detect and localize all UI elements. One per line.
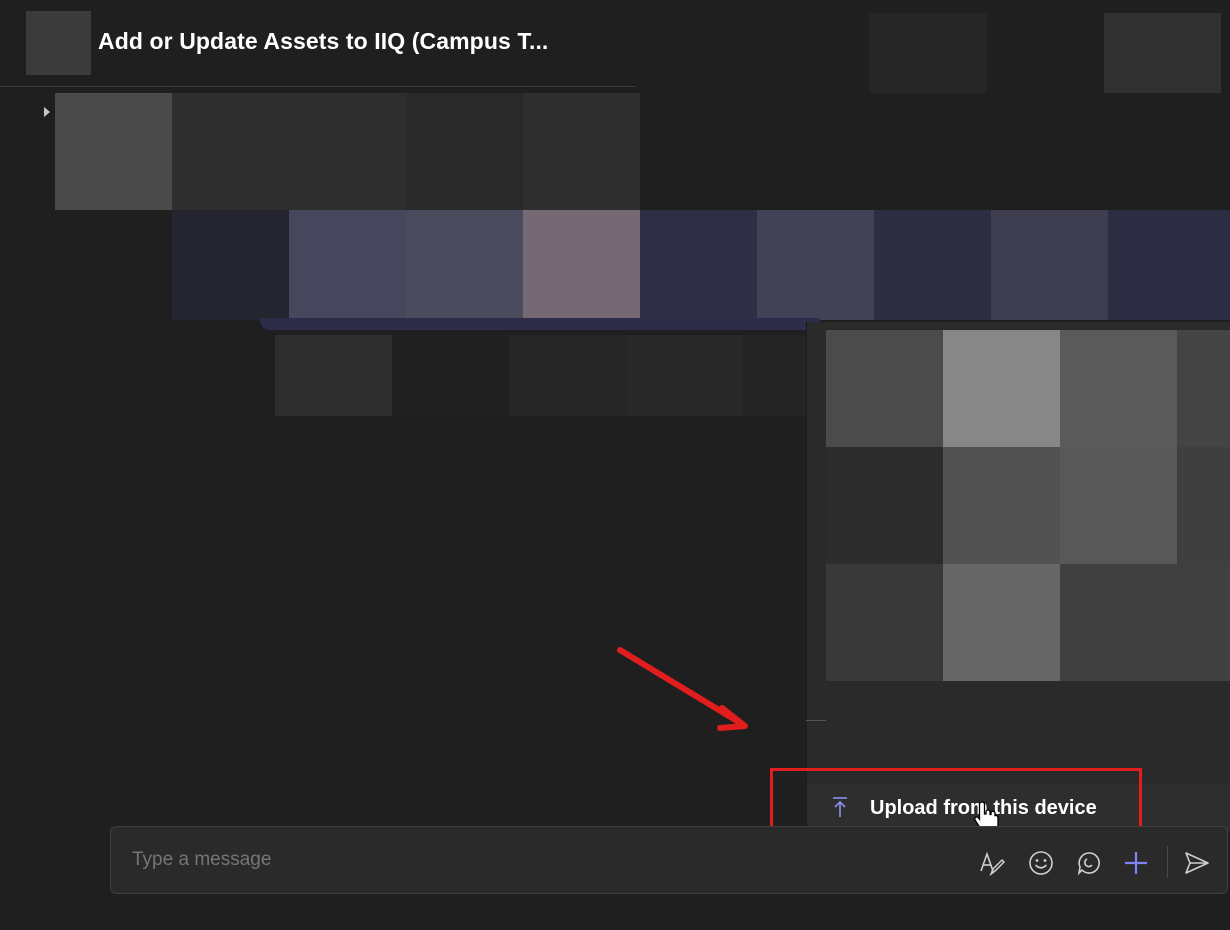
send-button[interactable] [1182, 848, 1212, 878]
chat-title: Add or Update Assets to IIQ (Campus T... [98, 28, 549, 54]
emoji-button[interactable] [1026, 848, 1056, 878]
redacted-block [523, 93, 640, 210]
redacted-block [1060, 564, 1230, 681]
redacted-block [172, 210, 289, 320]
redacted-block [523, 210, 640, 320]
redacted-block [874, 210, 991, 320]
redacted-block [1108, 210, 1230, 320]
redacted-block [826, 330, 943, 447]
format-button[interactable] [977, 848, 1007, 878]
emoji-icon [1029, 851, 1053, 875]
message-input[interactable] [130, 848, 734, 872]
redacted-block [289, 210, 406, 320]
redacted-block [172, 93, 406, 210]
bubble-edge [260, 318, 820, 330]
redacted-block [743, 335, 813, 416]
attach-plus-icon [1125, 852, 1147, 874]
redacted-block [406, 210, 523, 320]
redacted-block [626, 335, 743, 416]
redacted-block [943, 447, 1060, 564]
redacted-block [826, 564, 943, 681]
redacted-block [1177, 330, 1230, 447]
annotation-arrow-icon [617, 647, 748, 731]
avatar[interactable] [26, 11, 91, 75]
redacted-block [275, 335, 392, 416]
composer-divider [1167, 846, 1168, 878]
redacted-block [1060, 330, 1177, 447]
header-options-button[interactable] [1104, 13, 1221, 93]
redacted-block [757, 210, 874, 320]
redacted-block [55, 93, 172, 210]
redacted-block [1060, 447, 1177, 564]
attach-plus-button[interactable] [1121, 848, 1151, 878]
sticker-button[interactable] [1074, 848, 1104, 878]
menu-separator [806, 720, 826, 721]
redacted-block [392, 335, 509, 416]
redacted-block [826, 447, 943, 564]
header-action-button[interactable] [869, 13, 987, 93]
redacted-block [640, 210, 757, 320]
header-divider [0, 86, 636, 87]
redacted-block [406, 93, 523, 210]
redacted-block [991, 210, 1108, 320]
redacted-block [943, 564, 1060, 681]
redacted-block [943, 330, 1060, 447]
expand-caret-icon[interactable] [44, 107, 50, 117]
send-icon [1185, 852, 1209, 874]
redacted-block [509, 335, 626, 416]
format-icon [980, 851, 1006, 877]
redacted-block [1177, 447, 1230, 564]
sticker-icon [1077, 852, 1100, 876]
